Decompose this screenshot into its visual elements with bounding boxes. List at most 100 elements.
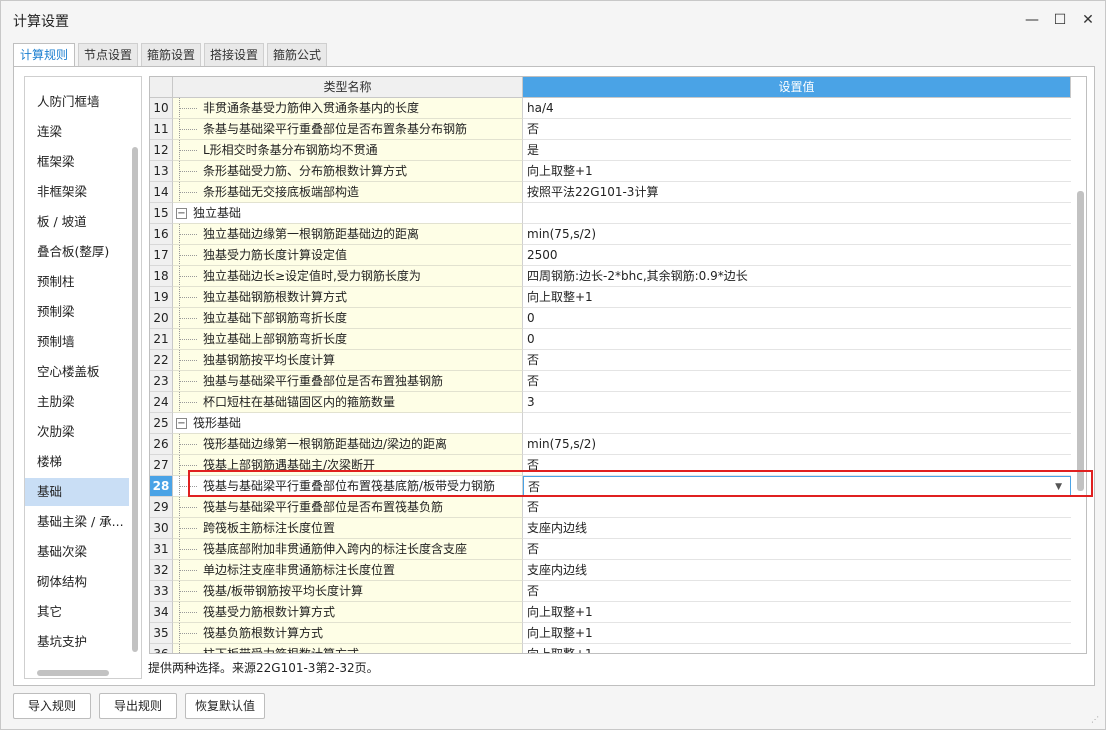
type-name-cell[interactable]: 筏形基础边缘第一根钢筋距基础边/梁边的距离 (173, 434, 523, 455)
setting-value-cell[interactable]: 否 (523, 371, 1071, 392)
type-name-cell[interactable]: L形相交时条基分布钢筋均不贯通 (173, 140, 523, 161)
type-name-cell[interactable]: 独立基础上部钢筋弯折长度 (173, 329, 523, 350)
sidebar-item[interactable]: 非框架梁 (25, 178, 129, 206)
table-row[interactable]: 10 非贯通条基受力筋伸入贯通条基内的长度 ha/4 (150, 98, 1071, 119)
sidebar-item[interactable]: 空心楼盖板 (25, 358, 129, 386)
setting-value-cell[interactable]: 0 (523, 329, 1071, 350)
table-row[interactable]: 22 独基钢筋按平均长度计算 否 (150, 350, 1071, 371)
table-row[interactable]: 33 筏基/板带钢筋按平均长度计算 否 (150, 581, 1071, 602)
sidebar-item[interactable]: 板 / 坡道 (25, 208, 129, 236)
table-row[interactable]: 27 筏基上部钢筋遇基础主/次梁断开 否 (150, 455, 1071, 476)
setting-value-cell[interactable]: 否 (523, 350, 1071, 371)
sidebar-item[interactable]: 楼梯 (25, 448, 129, 476)
sidebar-item[interactable]: 框架梁 (25, 148, 129, 176)
type-name-cell[interactable]: − 独立基础 (173, 203, 523, 224)
setting-value-cell[interactable]: 向上取整+1 (523, 644, 1071, 653)
sidebar-item[interactable]: 主肋梁 (25, 388, 129, 416)
setting-value-cell[interactable]: min(75,s/2) (523, 434, 1071, 455)
setting-value-cell[interactable]: 向上取整+1 (523, 602, 1071, 623)
setting-value-cell[interactable]: 向上取整+1 (523, 161, 1071, 182)
setting-value-cell[interactable]: 3 (523, 392, 1071, 413)
type-name-cell[interactable]: 独立基础下部钢筋弯折长度 (173, 308, 523, 329)
setting-value-cell[interactable]: 支座内边线 (523, 518, 1071, 539)
type-name-cell[interactable]: 独立基础边缘第一根钢筋距基础边的距离 (173, 224, 523, 245)
sidebar-item[interactable]: 预制梁 (25, 298, 129, 326)
type-name-cell[interactable]: 独基受力筋长度计算设定值 (173, 245, 523, 266)
type-name-cell[interactable]: 柱下板带受力筋根数计算方式 (173, 644, 523, 653)
type-name-cell[interactable]: 条形基础受力筋、分布筋根数计算方式 (173, 161, 523, 182)
table-row[interactable]: 20 独立基础下部钢筋弯折长度 0 (150, 308, 1071, 329)
table-row[interactable]: 11 条基与基础梁平行重叠部位是否布置条基分布钢筋 否 (150, 119, 1071, 140)
setting-value-cell[interactable]: 支座内边线 (523, 560, 1071, 581)
table-row[interactable]: 21 独立基础上部钢筋弯折长度 0 (150, 329, 1071, 350)
collapse-icon[interactable]: − (176, 208, 187, 219)
tab-stirrup-formula[interactable]: 箍筋公式 (267, 43, 327, 67)
table-row[interactable]: 12 L形相交时条基分布钢筋均不贯通 是 (150, 140, 1071, 161)
setting-value-cell[interactable]: 四周钢筋:边长-2*bhc,其余钢筋:0.9*边长 (523, 266, 1071, 287)
setting-value-cell[interactable]: ha/4 (523, 98, 1071, 119)
sidebar-item[interactable]: 基础 (25, 478, 129, 506)
title-bar[interactable]: 计算设置 — ☐ ✕ (1, 1, 1105, 39)
restore-defaults-button[interactable]: 恢复默认值 (185, 693, 265, 719)
type-name-cell[interactable]: 筏基负筋根数计算方式 (173, 623, 523, 644)
setting-value-cell[interactable]: 是 (523, 140, 1071, 161)
table-row[interactable]: 25− 筏形基础 (150, 413, 1071, 434)
sidebar-item[interactable]: 连梁 (25, 118, 129, 146)
setting-value-cell[interactable] (523, 203, 1071, 224)
type-name-cell[interactable]: 独立基础钢筋根数计算方式 (173, 287, 523, 308)
sidebar-item[interactable]: 次肋梁 (25, 418, 129, 446)
setting-value-cell[interactable]: 0 (523, 308, 1071, 329)
tab-stirrup-settings[interactable]: 箍筋设置 (141, 43, 201, 67)
setting-value-cell[interactable]: 向上取整+1 (523, 287, 1071, 308)
type-name-cell[interactable]: 筏基上部钢筋遇基础主/次梁断开 (173, 455, 523, 476)
close-icon[interactable]: ✕ (1077, 9, 1099, 31)
type-name-cell[interactable]: 杯口短柱在基础锚固区内的箍筋数量 (173, 392, 523, 413)
type-name-cell[interactable]: 单边标注支座非贯通筋标注长度位置 (173, 560, 523, 581)
sidebar-item[interactable]: 砌体结构 (25, 568, 129, 596)
setting-value-cell[interactable]: 否 (523, 455, 1071, 476)
sidebar-item[interactable]: 基础主梁 / 承... (25, 508, 129, 536)
sidebar-item[interactable]: 其它 (25, 598, 129, 626)
type-name-cell[interactable]: 条形基础无交接底板端部构造 (173, 182, 523, 203)
sidebar-item[interactable]: 预制墙 (25, 328, 129, 356)
type-name-cell[interactable]: 条基与基础梁平行重叠部位是否布置条基分布钢筋 (173, 119, 523, 140)
setting-value-cell[interactable]: 否 (523, 581, 1071, 602)
setting-value-cell[interactable]: 否 ▼ (523, 476, 1071, 497)
table-row[interactable]: 29 筏基与基础梁平行重叠部位是否布置筏基负筋 否 (150, 497, 1071, 518)
table-row[interactable]: 31 筏基底部附加非贯通筋伸入跨内的标注长度含支座 否 (150, 539, 1071, 560)
tab-node-settings[interactable]: 节点设置 (78, 43, 138, 67)
table-row[interactable]: 36 柱下板带受力筋根数计算方式 向上取整+1 (150, 644, 1071, 653)
table-row[interactable]: 23 独基与基础梁平行重叠部位是否布置独基钢筋 否 (150, 371, 1071, 392)
collapse-icon[interactable]: − (176, 418, 187, 429)
table-vertical-scrollbar[interactable] (1074, 98, 1086, 653)
setting-value-cell[interactable]: min(75,s/2) (523, 224, 1071, 245)
type-name-cell[interactable]: 跨筏板主筋标注长度位置 (173, 518, 523, 539)
type-name-cell[interactable]: − 筏形基础 (173, 413, 523, 434)
tab-lap-settings[interactable]: 搭接设置 (204, 43, 264, 67)
table-row[interactable]: 19 独立基础钢筋根数计算方式 向上取整+1 (150, 287, 1071, 308)
sidebar-vertical-scrollbar[interactable] (132, 147, 138, 652)
type-name-cell[interactable]: 筏基与基础梁平行重叠部位是否布置筏基负筋 (173, 497, 523, 518)
type-name-cell[interactable]: 筏基与基础梁平行重叠部位布置筏基底筋/板带受力钢筋 (173, 476, 523, 497)
table-row[interactable]: 15− 独立基础 (150, 203, 1071, 224)
table-row[interactable]: 28 筏基与基础梁平行重叠部位布置筏基底筋/板带受力钢筋否 ▼ (150, 476, 1071, 497)
resize-grip-icon[interactable]: ⋰ (1091, 715, 1101, 725)
type-name-cell[interactable]: 筏基受力筋根数计算方式 (173, 602, 523, 623)
table-row[interactable]: 26 筏形基础边缘第一根钢筋距基础边/梁边的距离 min(75,s/2) (150, 434, 1071, 455)
table-row[interactable]: 16 独立基础边缘第一根钢筋距基础边的距离 min(75,s/2) (150, 224, 1071, 245)
type-name-cell[interactable]: 独基钢筋按平均长度计算 (173, 350, 523, 371)
sidebar-item[interactable]: 叠合板(整厚) (25, 238, 129, 266)
type-name-cell[interactable]: 筏基底部附加非贯通筋伸入跨内的标注长度含支座 (173, 539, 523, 560)
table-row[interactable]: 34 筏基受力筋根数计算方式 向上取整+1 (150, 602, 1071, 623)
import-rules-button[interactable]: 导入规则 (13, 693, 91, 719)
sidebar-item[interactable]: 预制柱 (25, 268, 129, 296)
dropdown-arrow-icon[interactable]: ▼ (1055, 477, 1062, 496)
sidebar-item[interactable]: 基础次梁 (25, 538, 129, 566)
setting-value-cell[interactable]: 2500 (523, 245, 1071, 266)
table-scroll-thumb[interactable] (1077, 191, 1084, 491)
export-rules-button[interactable]: 导出规则 (99, 693, 177, 719)
type-name-cell[interactable]: 独基与基础梁平行重叠部位是否布置独基钢筋 (173, 371, 523, 392)
setting-value-cell[interactable]: 否 (523, 119, 1071, 140)
table-row[interactable]: 13 条形基础受力筋、分布筋根数计算方式 向上取整+1 (150, 161, 1071, 182)
setting-value-cell[interactable]: 否 (523, 497, 1071, 518)
